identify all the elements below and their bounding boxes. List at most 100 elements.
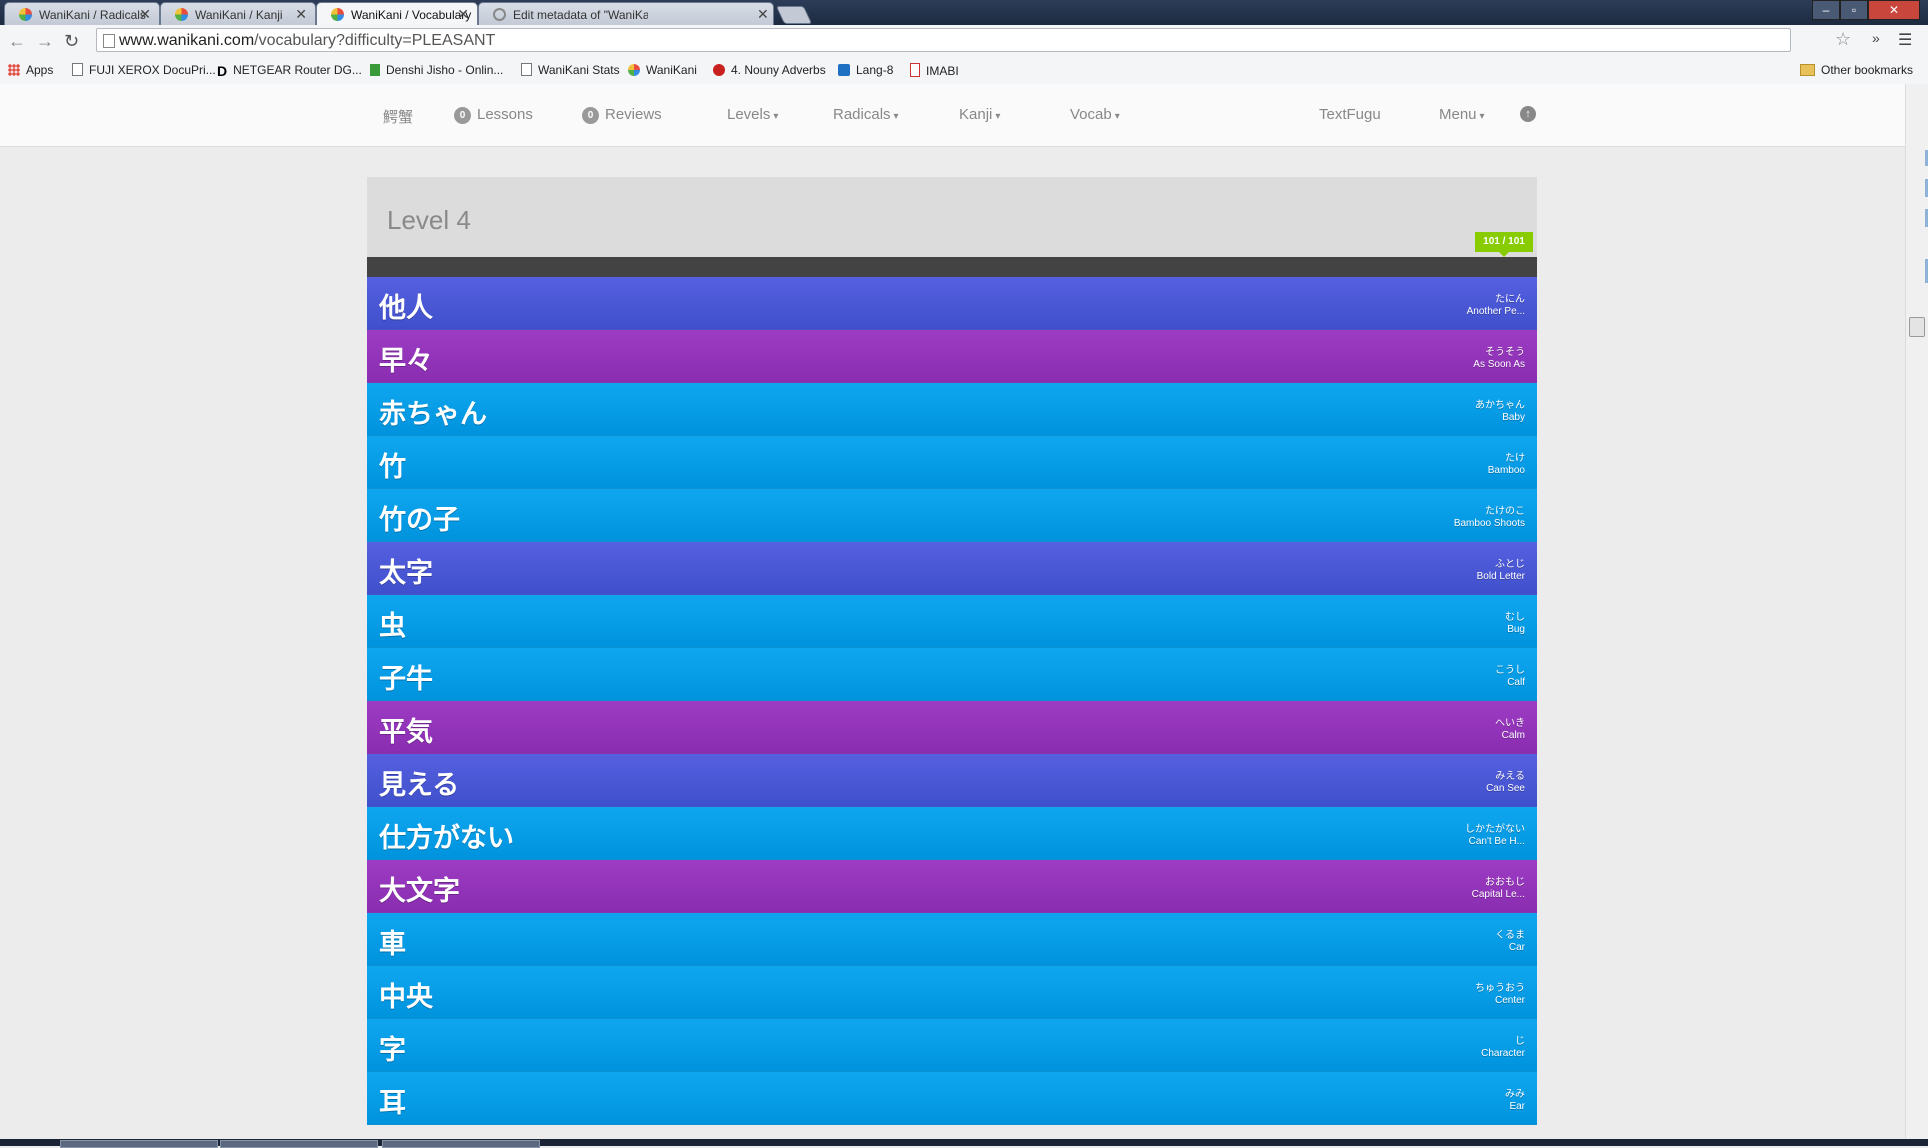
other-bookmarks[interactable]: Other bookmarks	[1800, 63, 1913, 77]
vocab-row[interactable]: 耳 みみ Ear	[367, 1072, 1537, 1125]
vocab-row[interactable]: 見える みえる Can See	[367, 754, 1537, 807]
reload-icon[interactable]: ↻	[64, 31, 79, 52]
vocab-row[interactable]: 仕方がない しかたがない Can't Be H...	[367, 807, 1537, 860]
vocab-row[interactable]: 太字 ふとじ Bold Letter	[367, 542, 1537, 595]
vocab-reading: たにん	[1495, 294, 1525, 305]
vocab-reading: しかたがない	[1465, 824, 1525, 835]
bookmark-imabi[interactable]: IMABI	[910, 63, 959, 78]
back-arrow-icon[interactable]: ←	[8, 31, 26, 52]
vocab-meaning: Ear	[1509, 1101, 1525, 1112]
lessons-link[interactable]: 0 Lessons	[454, 106, 533, 124]
vocab-row[interactable]: 早々 そうそう As Soon As	[367, 330, 1537, 383]
menu-hamburger-icon[interactable]: ☰	[1898, 30, 1912, 50]
bookmark-wanikani[interactable]: WaniKani	[628, 63, 697, 77]
vocab-character: 子牛	[379, 664, 433, 695]
vocab-row[interactable]: 虫 むし Bug	[367, 595, 1537, 648]
bookmark-jisho[interactable]: Denshi Jisho - Onlin...	[370, 63, 503, 77]
levels-dropdown[interactable]: Levels ▾	[727, 106, 778, 123]
bookmark-label: Denshi Jisho - Onlin...	[386, 63, 504, 77]
radicals-dropdown[interactable]: Radicals ▾	[833, 106, 899, 123]
window-close-button[interactable]: ✕	[1868, 0, 1920, 20]
maximize-button[interactable]: ▫	[1840, 0, 1868, 20]
close-icon[interactable]: ✕	[139, 6, 151, 23]
jisho-icon	[370, 64, 380, 76]
bookmark-label: Lang-8	[856, 63, 894, 77]
bookmark-star-icon[interactable]: ☆	[1835, 29, 1851, 50]
chevron-down-icon: ▾	[1479, 111, 1485, 122]
tab-kanji[interactable]: WaniKani / Kanji ✕	[160, 2, 316, 25]
level-progress-bar	[367, 257, 1537, 277]
site-logo[interactable]: 鰐蟹	[383, 106, 413, 127]
tab-radicals[interactable]: WaniKani / Radicals ✕	[4, 2, 160, 25]
vocab-meaning: Character	[1481, 1048, 1525, 1059]
reviews-link[interactable]: 0 Reviews	[582, 106, 662, 124]
menu-label: Menu	[1439, 106, 1477, 123]
netgear-icon: D	[217, 63, 228, 79]
vocab-character: 赤ちゃん	[379, 399, 487, 430]
levels-label: Levels	[727, 106, 771, 123]
taskbar-button[interactable]	[220, 1140, 378, 1148]
scrollbar-thumb[interactable]	[1909, 317, 1925, 337]
vocab-meaning: Car	[1508, 942, 1525, 953]
url-domain: www.wanikani.com	[119, 32, 255, 49]
tab-title: Edit metadata of "WaniKa	[513, 8, 648, 22]
vocab-meaning: Calf	[1507, 677, 1525, 688]
bookmark-fuji-xerox[interactable]: FUJI XEROX DocuPri...	[72, 63, 216, 77]
vocab-character: 早々	[379, 346, 433, 377]
vocab-dropdown[interactable]: Vocab ▾	[1070, 106, 1120, 123]
chevron-down-icon: ▾	[995, 111, 1001, 122]
vocab-character: 平気	[379, 717, 433, 748]
bookmark-netgear[interactable]: D NETGEAR Router DG...	[217, 63, 362, 79]
vocab-row[interactable]: 竹 たけ Bamboo	[367, 436, 1537, 489]
tab-vocabulary[interactable]: WaniKani / Vocabulary ✕	[316, 2, 478, 25]
close-icon[interactable]: ✕	[295, 6, 307, 23]
bookmark-lang8[interactable]: Lang-8	[838, 63, 893, 77]
menu-dropdown[interactable]: Menu ▾	[1439, 106, 1485, 123]
bookmark-label: Apps	[26, 63, 54, 77]
tab-title: WaniKani / Kanji	[195, 8, 283, 22]
chevron-down-icon: ▾	[1114, 111, 1120, 122]
bookmark-label: Other bookmarks	[1821, 63, 1914, 77]
close-icon[interactable]: ✕	[757, 6, 769, 23]
vocab-reading: ふとじ	[1495, 559, 1525, 570]
new-tab-button[interactable]	[775, 6, 813, 24]
vocab-row[interactable]: 赤ちゃん あかちゃん Baby	[367, 383, 1537, 436]
page-icon	[72, 63, 83, 76]
vocab-reading: くるま	[1495, 930, 1525, 941]
vocab-row[interactable]: 平気 へいき Calm	[367, 701, 1537, 754]
vocab-character: 竹の子	[379, 505, 460, 536]
extensions-chevron-icon[interactable]: »	[1872, 30, 1880, 46]
vocab-reading: へいき	[1495, 718, 1525, 729]
vocab-row[interactable]: 竹の子 たけのこ Bamboo Shoots	[367, 489, 1537, 542]
minimize-button[interactable]: –	[1812, 0, 1840, 20]
loading-icon	[493, 8, 506, 21]
vocab-row[interactable]: 子牛 こうし Calf	[367, 648, 1537, 701]
page-scrollbar[interactable]	[1905, 84, 1928, 1139]
kanji-dropdown[interactable]: Kanji ▾	[959, 106, 1000, 123]
vocab-row[interactable]: 大文字 おおもじ Capital Le...	[367, 860, 1537, 913]
vocab-row[interactable]: 中央 ちゅうおう Center	[367, 966, 1537, 1019]
radicals-label: Radicals	[833, 106, 891, 123]
taskbar-button[interactable]	[382, 1140, 540, 1148]
bookmark-wanikani-stats[interactable]: WaniKani Stats	[521, 63, 620, 77]
vocab-row[interactable]: 字 じ Character	[367, 1019, 1537, 1072]
vocab-character: 太字	[379, 558, 433, 589]
vocab-row[interactable]: 車 くるま Car	[367, 913, 1537, 966]
tab-edit-metadata[interactable]: Edit metadata of "WaniKa ✕	[478, 2, 774, 25]
bookmark-nouny-adverbs[interactable]: 4. Nouny Adverbs	[713, 63, 826, 77]
reviews-count-badge: 0	[582, 107, 599, 124]
address-bar[interactable]: www.wanikani.com/vocabulary?difficulty=P…	[96, 28, 1791, 52]
taskbar-button[interactable]	[60, 1140, 218, 1148]
vocab-meaning: Can't Be H...	[1468, 836, 1525, 847]
vocab-character: 見える	[379, 770, 460, 801]
bookmark-label: NETGEAR Router DG...	[233, 63, 362, 77]
apps-icon	[8, 64, 20, 76]
close-icon[interactable]: ✕	[457, 6, 469, 23]
scroll-to-top-icon[interactable]: ↑	[1520, 106, 1536, 122]
bookmark-apps[interactable]: Apps	[8, 63, 53, 77]
vocab-row[interactable]: 他人 たにん Another Pe...	[367, 277, 1537, 330]
vocab-meaning: Capital Le...	[1471, 889, 1525, 900]
forward-arrow-icon[interactable]: →	[36, 31, 54, 52]
vocab-meaning: Can See	[1486, 783, 1525, 794]
textfugu-link[interactable]: TextFugu	[1319, 106, 1381, 123]
